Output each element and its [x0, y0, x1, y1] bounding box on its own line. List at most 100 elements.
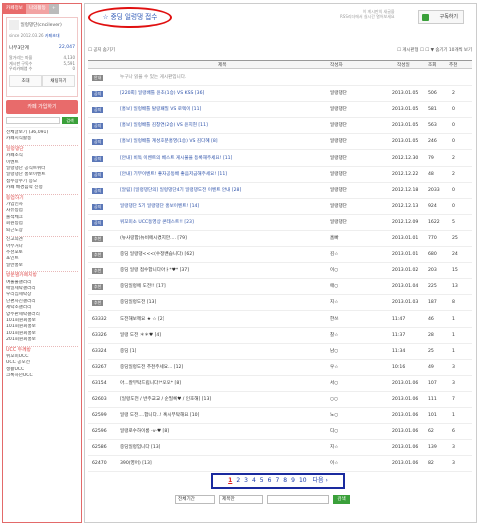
- post-subject[interactable]: 중딩일렁도전 추천주세요... [12]: [120, 360, 183, 376]
- table-row[interactable]: 추천 중딩일렁에 도전!! [17] 애○ 2013.01.04 225 13: [88, 279, 472, 296]
- table-row[interactable]: 63154 아...잘부탁드립니다!*오오* [8] 서○ 2013.01.06 107…: [88, 376, 472, 392]
- table-row[interactable]: 공지 [안내] 기부이벤트! 좋자공동배 좋음저금해주세요! [11] 일렁댕단 20…: [88, 167, 472, 183]
- post-author[interactable]: 일렁댕단: [330, 102, 347, 118]
- post-author[interactable]: 이☆: [330, 456, 338, 472]
- join-cafe-button[interactable]: 카페 가입하기: [6, 100, 78, 114]
- page-link[interactable]: 2: [236, 477, 240, 484]
- search-type-select[interactable]: 제목만: [219, 495, 263, 504]
- post-author[interactable]: 서○: [330, 376, 338, 392]
- table-row[interactable]: 62470 390(영어) [13] 이☆ 2013.01.06 82 3: [88, 456, 472, 473]
- post-subject[interactable]: [안내] 기부이벤트! 좋자공동배 좋음저금해주세요! [11]: [120, 167, 227, 183]
- post-subject[interactable]: 누구나 읽을 수 있는 게시판입니다.: [120, 70, 186, 86]
- post-author[interactable]: 일렁댕단: [330, 134, 347, 150]
- post-author[interactable]: 노○: [330, 408, 338, 424]
- post-subject[interactable]: [홍보] 일렁배틀 계성호분홍영(1승) VS 김다혜 [8]: [120, 134, 218, 150]
- invite-link[interactable]: 카페초대: [45, 33, 60, 38]
- invite-button[interactable]: 초대: [9, 74, 42, 87]
- post-subject[interactable]: 일렁댕단 5기 일렁댕단 홍보이벤트! [14]: [120, 199, 199, 215]
- post-subject[interactable]: [홍보] 일렁배틀 김창연(2승) VS 윤지현 [11]: [120, 118, 208, 134]
- menu-item[interactable]: 201회원회홍보: [6, 337, 78, 343]
- table-row[interactable]: 63326 일렁 도전 ＊＊♥ [4] 찰☆ 11:37 28 1: [88, 328, 472, 344]
- post-subject[interactable]: 중딩일렁입니다 [13]: [120, 440, 160, 456]
- post-author[interactable]: 일렁댕단: [330, 118, 347, 134]
- sidebar-search-button[interactable]: 검색: [62, 117, 78, 124]
- post-subject[interactable]: [일렁도전 / 반주교교 / 순필록♥ / 인호해] [13]: [120, 392, 211, 408]
- board-search-button[interactable]: 검색: [333, 495, 350, 504]
- post-subject[interactable]: 중딩 [1]: [120, 344, 136, 360]
- post-author[interactable]: 일렁댕단: [330, 199, 347, 215]
- post-subject[interactable]: [안내] 비독 이벤트의 베스트 게시물을 등록해주세요! [11]: [120, 151, 232, 167]
- table-row[interactable]: 공지 [홍보] 일렁배틀 탈랑패밀 VS 로렉이 [11] 일렁댕단 2013.01.…: [88, 102, 472, 119]
- post-author[interactable]: 김☆: [330, 247, 338, 263]
- view-options[interactable]: ☐ 게시판형 ☐ ☐ ▼ 숨기기 10개씩 보기: [397, 47, 472, 53]
- post-author[interactable]: 지☆: [330, 295, 338, 311]
- post-author[interactable]: 이○: [330, 263, 338, 279]
- page-link[interactable]: 1: [228, 477, 232, 484]
- table-row[interactable]: 공지 일렁댕단 5기 일렁댕단 홍보이벤트! [14] 일렁댕단 2012.12.13…: [88, 199, 472, 215]
- tab-my-activity[interactable]: 나의활동: [25, 4, 49, 14]
- post-subject[interactable]: 일렁 도전 ＊＊♥ [4]: [120, 328, 161, 344]
- post-author[interactable]: 남○: [330, 344, 338, 360]
- post-author[interactable]: 애○: [330, 279, 338, 295]
- table-row[interactable]: 62596 일렁로수하이롱 -v-♥ [8] 디○ 2013.01.06 62 6: [88, 424, 472, 441]
- table-row[interactable]: 63267 중딩일렁도전 추천주세요... [12] 우☆ 10:16 49 3: [88, 360, 472, 376]
- table-row[interactable]: 63332 도전해보께요 ★ ☆ [2] 한쓰 11:47 46 1: [88, 312, 472, 328]
- hide-notice-toggle[interactable]: ☐ 공지 숨기기: [88, 47, 115, 53]
- post-subject[interactable]: 중딩일렁에 도전!! [17]: [120, 279, 166, 295]
- page-link[interactable]: 10: [299, 477, 307, 484]
- post-subject[interactable]: 중딩 일렁댕<<<(수정밴습니다) [62]: [120, 247, 194, 263]
- tab-cafe-info[interactable]: 카페정보: [3, 4, 26, 14]
- post-subject[interactable]: [홍보] 일렁배틀 탈랑패밀 VS 로렉이 [11]: [120, 102, 201, 118]
- post-subject[interactable]: 390(영어) [13]: [120, 456, 152, 472]
- post-author[interactable]: 우☆: [330, 360, 338, 376]
- table-row[interactable]: 공지 [홍보] 일렁배틀 김창연(2승) VS 윤지현 [11] 일렁댕단 2013.…: [88, 118, 472, 135]
- page-link[interactable]: 4: [252, 477, 256, 484]
- sidebar-search-input[interactable]: [6, 117, 60, 124]
- cafe-name[interactable]: 일렁댕단(cncilever): [20, 22, 61, 28]
- table-row[interactable]: 추천 중딩 일렁 접수합니다아ㅏ*♥* [37] 이○ 2013.01.02 203 15: [88, 263, 472, 280]
- post-author[interactable]: 찰☆: [330, 328, 338, 344]
- post-subject[interactable]: 일렁로수하이롱 -v-♥ [8]: [120, 424, 169, 440]
- table-row[interactable]: 62603 [일렁도전 / 반주교교 / 순필록♥ / 인호해] [13] ○○ 20…: [88, 392, 472, 408]
- table-row[interactable]: 공지 [220회] 일렁배틀 윤초(1승) VS KSS [36] 일렁댕단 2013…: [88, 86, 472, 103]
- table-row[interactable]: 62599 일렁 도전....합니다..! 혹시부탁해요 [10] 노○ 2013.0…: [88, 408, 472, 425]
- period-select[interactable]: 전체기간: [175, 495, 215, 504]
- post-author[interactable]: 지☆: [330, 440, 338, 456]
- table-row[interactable]: 공지 [홍보] 일렁배틀 계성호분홍영(1승) VS 김다혜 [8] 일렁댕단 201…: [88, 134, 472, 151]
- post-author[interactable]: 일렁댕단: [330, 183, 347, 199]
- page-link[interactable]: 3: [244, 477, 248, 484]
- col-recommend[interactable]: 추천: [449, 62, 457, 68]
- member-count[interactable]: 22,047: [59, 45, 75, 51]
- post-subject[interactable]: (뉴사랑합)뉴비에시켰지만.... [79]: [120, 231, 187, 247]
- post-subject[interactable]: 중딩일렁도전 [13]: [120, 295, 156, 311]
- table-row[interactable]: 공지 [알림] [일렁댕단의] 일렁댕단4기 일렁댕도전 이벤트 안내 [28] 일…: [88, 183, 472, 199]
- post-subject[interactable]: [220회] 일렁배틀 윤초(1승) VS KSS [36]: [120, 86, 204, 102]
- post-author[interactable]: ○○: [330, 392, 338, 408]
- post-author[interactable]: 일렁댕단: [330, 167, 347, 183]
- post-subject[interactable]: 아...잘부탁드립니다!*오오* [8]: [120, 376, 181, 392]
- menu-item[interactable]: 퇴근도장: [6, 228, 78, 234]
- page-link[interactable]: 6: [268, 477, 272, 484]
- table-row[interactable]: 추천 (뉴사랑합)뉴비에시켰지만.... [79] 홈빠 2013.01.01 770 2…: [88, 231, 472, 247]
- post-subject[interactable]: 일렁 도전....합니다..! 혹시부탁해요 [10]: [120, 408, 199, 424]
- post-subject[interactable]: 도전해보께요 ★ ☆ [2]: [120, 312, 164, 328]
- post-subject[interactable]: 위꼬미소 UCC동영상 콘테스트!! [23]: [120, 215, 194, 231]
- post-author[interactable]: 한쓰: [330, 312, 338, 328]
- post-author[interactable]: 일렁댕단: [330, 215, 347, 231]
- table-row[interactable]: 추천 중딩 일렁댕<<<(수정밴습니다) [62] 김☆ 2013.01.01 680 2…: [88, 247, 472, 264]
- table-row[interactable]: 안내 누구나 읽을 수 있는 게시판입니다.: [88, 70, 472, 86]
- table-row[interactable]: 공지 [안내] 비독 이벤트의 베스트 게시물을 등록해주세요! [11] 일렁댕단…: [88, 151, 472, 167]
- page-link[interactable]: 5: [260, 477, 264, 484]
- table-row[interactable]: 62586 중딩일렁입니다 [13] 지☆ 2013.01.06 139 3: [88, 440, 472, 457]
- table-row[interactable]: 공지 위꼬미소 UCC동영상 콘테스트!! [23] 일렁댕단 2012.12.09 1…: [88, 215, 472, 231]
- post-author[interactable]: 일렁댕단: [330, 151, 347, 167]
- tab-more[interactable]: +: [48, 4, 59, 14]
- menu-item-knowledge[interactable]: 카페지식활동: [6, 136, 78, 142]
- col-views[interactable]: 조회: [428, 62, 436, 68]
- board-search-input[interactable]: [267, 495, 329, 504]
- menu-item[interactable]: 일반홍보: [6, 263, 78, 269]
- post-subject[interactable]: [알림] [일렁댕단의] 일렁댕단4기 일렁댕도전 이벤트 안내 [28]: [120, 183, 241, 199]
- subscribe-button[interactable]: 구독하기: [418, 10, 464, 24]
- chat-button[interactable]: 채팅하기: [42, 74, 75, 87]
- table-row[interactable]: 추천 중딩일렁도전 [13] 지☆ 2013.01.03 187 8: [88, 295, 472, 312]
